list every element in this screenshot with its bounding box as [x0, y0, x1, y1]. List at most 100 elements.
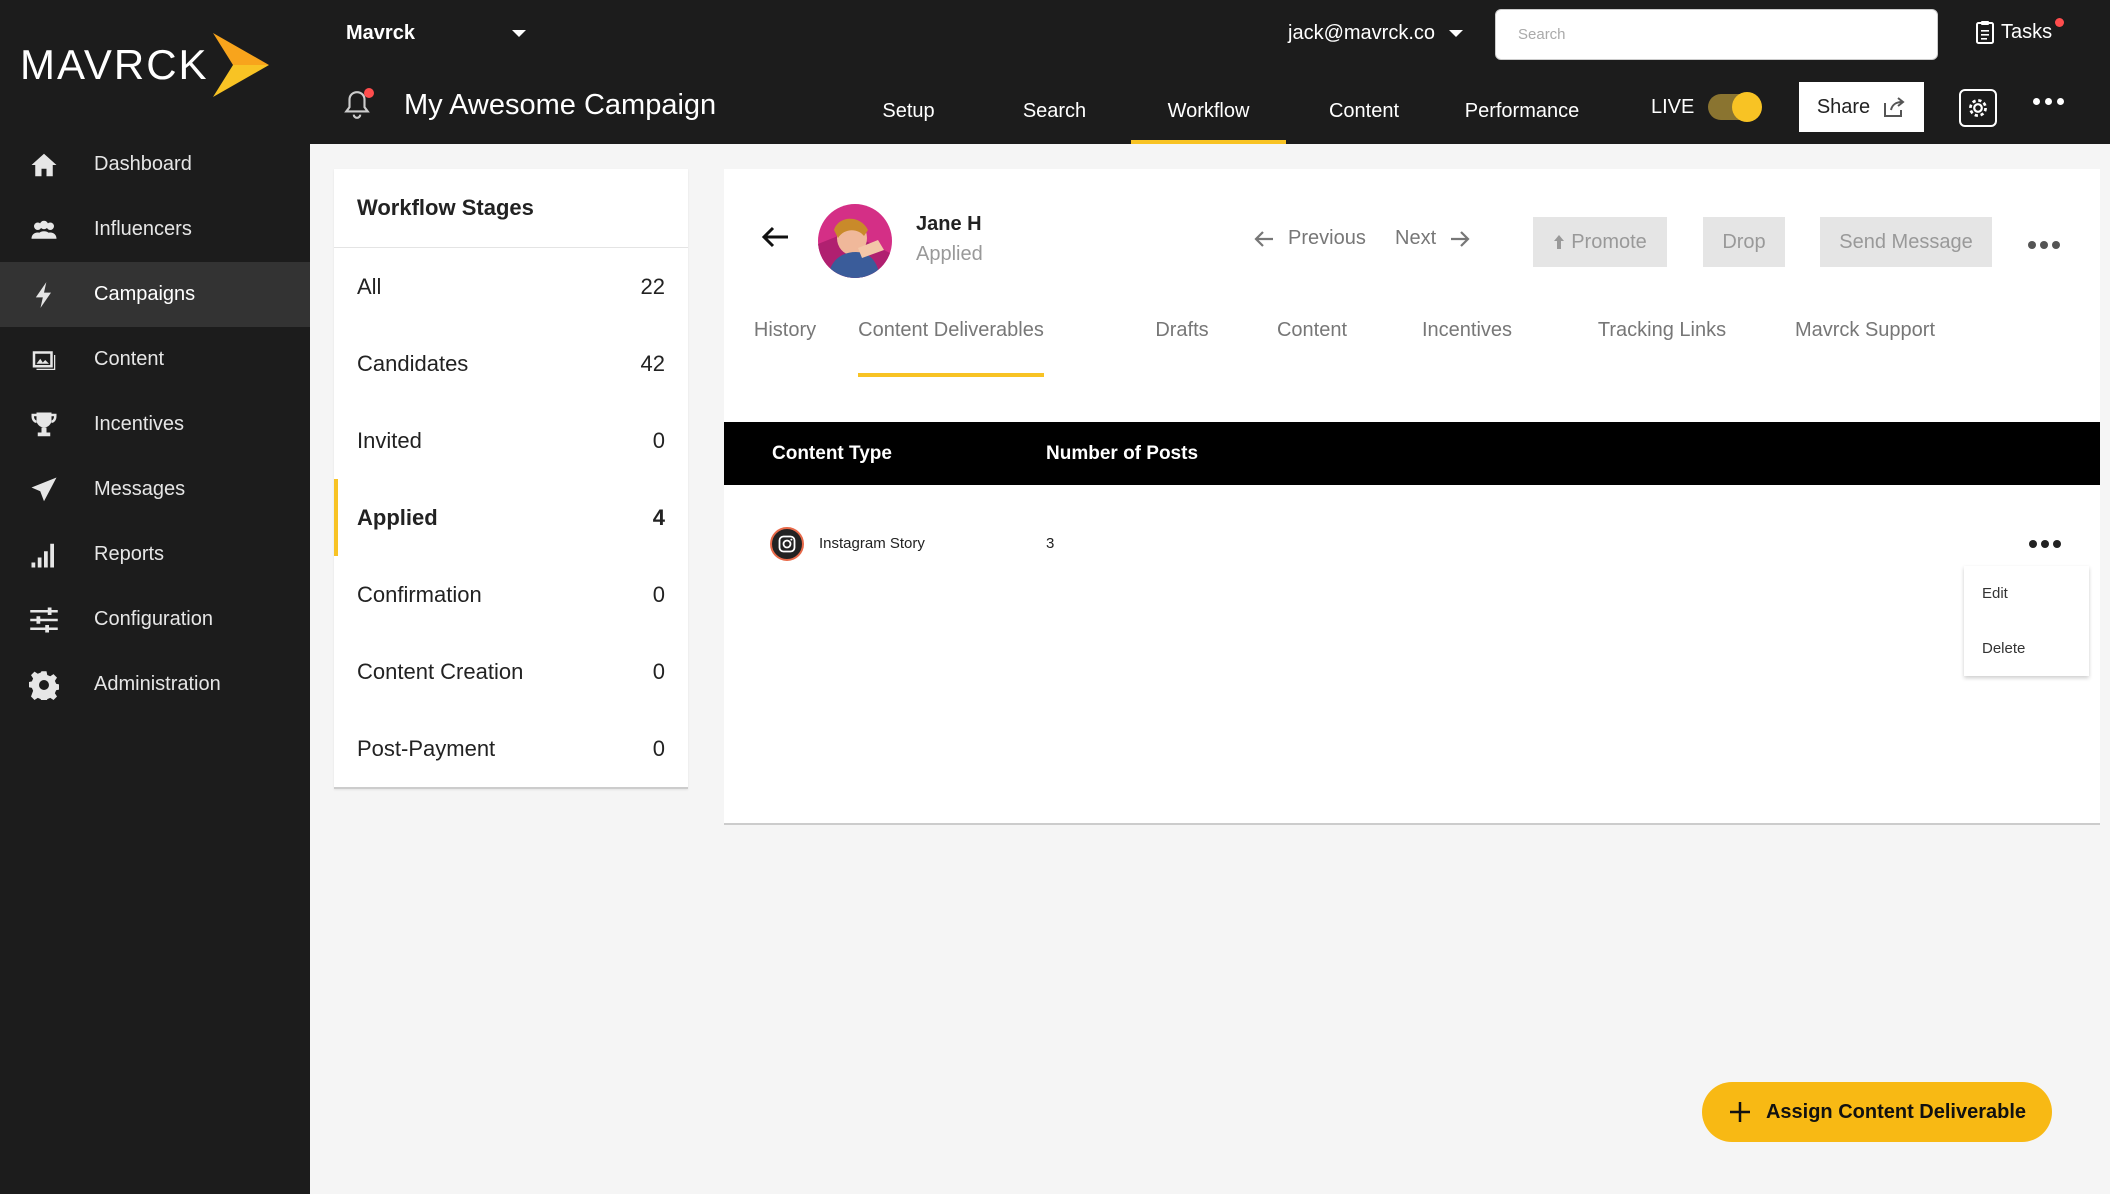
- stage-candidates[interactable]: Candidates 42: [334, 325, 688, 402]
- sidebar-item-reports[interactable]: Reports: [0, 522, 310, 587]
- number-of-posts-cell: 3: [1046, 535, 1055, 552]
- tab-content-deliverables[interactable]: Content Deliverables: [858, 319, 1044, 377]
- tasks-button[interactable]: Tasks: [1975, 18, 2065, 44]
- mavrck-logo[interactable]: MAVRCK: [20, 30, 269, 100]
- send-message-button[interactable]: Send Message: [1820, 217, 1992, 267]
- content-type-cell: Instagram Story: [819, 535, 925, 552]
- user-menu[interactable]: jack@mavrck.co: [1288, 22, 1463, 45]
- stage-count: 22: [640, 273, 665, 299]
- next-button[interactable]: Next: [1395, 227, 1470, 250]
- sidebar-item-dashboard[interactable]: Dashboard: [0, 132, 310, 197]
- promote-button[interactable]: Promote: [1533, 217, 1667, 267]
- column-header-number-of-posts: Number of Posts: [1046, 443, 1199, 464]
- menu-item-delete[interactable]: Delete: [1964, 621, 2089, 676]
- clipboard-icon: [1976, 21, 1994, 44]
- stage-label: Content Creation: [357, 658, 524, 684]
- stage-all[interactable]: All 22: [334, 248, 688, 325]
- chevron-down-icon: [512, 30, 526, 37]
- stage-label: Post-Payment: [357, 735, 496, 761]
- sidebar-item-label: Campaigns: [94, 283, 196, 305]
- search-input[interactable]: [1496, 10, 1937, 59]
- toggle-knob: [1732, 92, 1762, 122]
- sidebar-item-label: Configuration: [94, 608, 213, 630]
- assign-content-deliverable-label: Assign Content Deliverable: [1765, 1100, 2027, 1123]
- topbar: Mavrck jack@mavrck.co Tasks My Awesome C…: [310, 0, 2110, 144]
- stage-count: 42: [640, 350, 665, 376]
- search-box: [1495, 9, 1938, 60]
- row-action-menu: Edit Delete: [1964, 566, 2089, 676]
- sliders-icon: [26, 602, 62, 638]
- send-message-label: Send Message: [1839, 230, 1973, 253]
- sidebar-item-label: Dashboard: [94, 153, 192, 175]
- assign-content-deliverable-button[interactable]: Assign Content Deliverable: [1702, 1082, 2052, 1142]
- sidebar-item-incentives[interactable]: Incentives: [0, 392, 310, 457]
- stage-post-payment[interactable]: Post-Payment 0: [334, 710, 688, 787]
- tab-content[interactable]: Content: [1310, 90, 1418, 144]
- sidebar-item-content[interactable]: Content: [0, 327, 310, 392]
- stage-count: 0: [652, 658, 665, 684]
- sidebar-item-campaigns[interactable]: Campaigns: [0, 262, 310, 327]
- candidate-more-button[interactable]: [2028, 241, 2060, 249]
- notification-dot: [364, 88, 374, 98]
- lightning-icon: [26, 277, 62, 313]
- tasks-label: Tasks: [2001, 20, 2053, 43]
- notifications-button[interactable]: [344, 88, 374, 125]
- drop-button[interactable]: Drop: [1703, 217, 1785, 267]
- deliverables-table-header: Content Type Number of Posts: [724, 422, 2100, 485]
- sidebar-item-messages[interactable]: Messages: [0, 457, 310, 522]
- home-icon: [26, 147, 62, 183]
- people-icon: [26, 212, 62, 248]
- chevron-down-icon: [1449, 30, 1463, 37]
- stage-applied[interactable]: Applied 4: [334, 479, 688, 556]
- stage-label: Invited: [357, 427, 422, 453]
- stage-confirmation[interactable]: Confirmation 0: [334, 556, 688, 633]
- tab-drafts[interactable]: Drafts: [1152, 319, 1212, 375]
- workflow-stages-panel: Workflow Stages All 22 Candidates 42 Inv…: [334, 169, 688, 789]
- stage-invited[interactable]: Invited 0: [334, 402, 688, 479]
- previous-label: Previous: [1288, 227, 1366, 249]
- org-select[interactable]: Mavrck: [346, 22, 526, 45]
- candidate-name: Jane H: [916, 213, 982, 235]
- menu-item-edit[interactable]: Edit: [1964, 566, 2089, 621]
- back-button[interactable]: [760, 225, 790, 254]
- trophy-icon: [26, 407, 62, 443]
- sidebar-nav: Dashboard Influencers Campaigns Content …: [0, 132, 310, 717]
- live-toggle[interactable]: [1708, 92, 1762, 122]
- stage-label: Confirmation: [357, 581, 482, 607]
- avatar: [818, 204, 892, 278]
- campaign-settings-button[interactable]: [1959, 89, 1997, 127]
- stage-count: 4: [652, 504, 665, 530]
- notification-dot: [2055, 18, 2065, 27]
- sidebar-item-administration[interactable]: Administration: [0, 652, 310, 717]
- share-label: Share: [1816, 95, 1871, 118]
- tab-tracking-links[interactable]: Tracking Links: [1594, 319, 1730, 375]
- tab-setup[interactable]: Setup: [850, 90, 967, 144]
- previous-button[interactable]: Previous: [1254, 227, 1366, 250]
- tab-history[interactable]: History: [750, 319, 820, 375]
- share-button[interactable]: Share: [1799, 82, 1924, 132]
- sidebar-item-configuration[interactable]: Configuration: [0, 587, 310, 652]
- sidebar-item-label: Administration: [94, 673, 221, 695]
- tab-incentives[interactable]: Incentives: [1418, 319, 1516, 375]
- next-label: Next: [1395, 227, 1437, 249]
- bar-chart-icon: [26, 537, 62, 573]
- more-options-button[interactable]: [2033, 98, 2064, 105]
- image-icon: [26, 342, 62, 378]
- stages-title: Workflow Stages: [334, 169, 688, 248]
- tab-performance[interactable]: Performance: [1448, 90, 1596, 144]
- stage-count: 0: [652, 735, 665, 761]
- tab-content[interactable]: Content: [1274, 319, 1350, 375]
- stage-content-creation[interactable]: Content Creation 0: [334, 633, 688, 710]
- tab-workflow[interactable]: Workflow: [1131, 90, 1286, 144]
- gear-icon: [1969, 99, 1987, 117]
- column-header-content-type: Content Type: [772, 443, 892, 464]
- stage-count: 0: [652, 581, 665, 607]
- row-more-button[interactable]: [2029, 540, 2061, 548]
- tab-mavrck-support[interactable]: Mavrck Support: [1792, 319, 1938, 375]
- table-row: Instagram Story 3: [724, 485, 2100, 597]
- promote-label: Promote: [1571, 230, 1647, 253]
- logo-text: MAVRCK: [20, 41, 209, 88]
- sidebar-item-influencers[interactable]: Influencers: [0, 197, 310, 262]
- org-select-value: Mavrck: [346, 22, 415, 44]
- tab-search[interactable]: Search: [1001, 90, 1108, 144]
